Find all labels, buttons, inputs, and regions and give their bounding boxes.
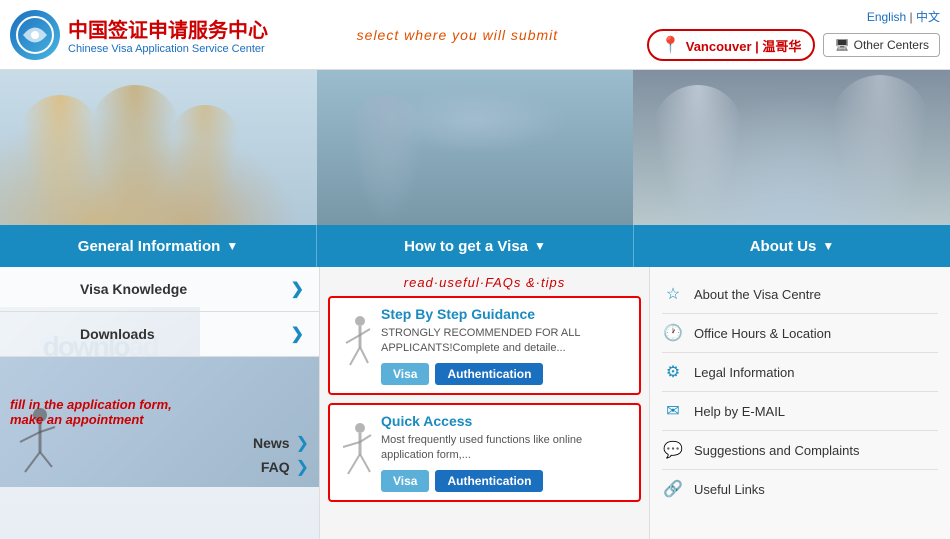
step-by-step-body: Step By Step Guidance STRONGLY RECOMMEND… (381, 306, 631, 385)
other-centers-button[interactable]: 🖥 Other Centers (823, 33, 940, 57)
about-visa-centre-label: About the Visa Centre (694, 287, 821, 302)
quick-access-icon (338, 413, 373, 492)
header-left: 中国签证申请服务中心 Chinese Visa Application Serv… (10, 10, 268, 60)
step-by-step-buttons: Visa Authentication (381, 363, 631, 385)
location-button[interactable]: 📍 Vancouver | 温哥华 (647, 29, 816, 61)
nav-general-chevron-icon: ▼ (226, 239, 238, 253)
nav-about-chevron-icon: ▼ (822, 239, 834, 253)
english-subtitle: Chinese Visa Application Service Center (68, 43, 268, 55)
chinese-title: 中国签证申请服务中心 (68, 14, 268, 43)
logo-icon (10, 10, 60, 60)
help-email-label: Help by E-MAIL (694, 404, 785, 419)
right-menu-legal-information[interactable]: ⚙ Legal Information (662, 353, 938, 392)
sidebar-downloads-arrow-icon: ❯ (291, 324, 304, 344)
logo-text: 中国签证申请服务中心 Chinese Visa Application Serv… (68, 14, 268, 55)
nav-how-to-get-visa[interactable]: How to get a Visa ▼ (317, 225, 634, 267)
sidebar-menu: Visa Knowledge ❯ Downloads ❯ (0, 267, 319, 357)
main-content: download Visa Knowledge Visa Knowledge ❯… (0, 267, 950, 539)
sidebar-news-items: News ❯ FAQ ❯ (253, 433, 309, 477)
sidebar-visa-knowledge-label: Visa Knowledge (80, 281, 187, 297)
quick-access-auth-button[interactable]: Authentication (435, 470, 543, 492)
fill-text: fill in the application form, make an ap… (10, 397, 172, 427)
header-right: English | 中文 📍 Vancouver | 温哥华 🖥 Other C… (647, 8, 940, 61)
header-center: select where you will submit (357, 27, 559, 43)
location-row: 📍 Vancouver | 温哥华 🖥 Other Centers (647, 29, 940, 61)
faq-label: FAQ (261, 459, 290, 475)
step-by-step-icon (338, 306, 373, 385)
nav-general-information-label: General Information (78, 238, 221, 255)
office-hours-label: Office Hours & Location (694, 326, 831, 341)
hero-panel-2 (317, 70, 634, 225)
sidebar-item-visa-knowledge[interactable]: Visa Knowledge ❯ (0, 267, 319, 312)
faq-arrow-icon: ❯ (296, 457, 309, 477)
quick-access-card: Quick Access Most frequently used functi… (328, 403, 641, 502)
email-icon: ✉ (662, 400, 684, 422)
quick-access-text: Most frequently used functions like onli… (381, 433, 631, 464)
quick-access-visa-button[interactable]: Visa (381, 470, 429, 492)
sidebar-downloads-label: Downloads (80, 326, 155, 342)
location-pin-icon: 📍 (661, 35, 681, 55)
sidebar-item-faq[interactable]: FAQ ❯ (253, 457, 309, 477)
useful-links-label: Useful Links (694, 482, 765, 497)
step-by-step-visa-button[interactable]: Visa (381, 363, 429, 385)
step-by-step-auth-button[interactable]: Authentication (435, 363, 543, 385)
fill-line-2: make an appointment (10, 412, 172, 427)
news-label: News (253, 435, 290, 451)
sidebar-visa-knowledge-arrow-icon: ❯ (291, 279, 304, 299)
quick-access-title: Quick Access (381, 413, 631, 429)
monitor-icon: 🖥 (834, 38, 849, 52)
english-lang-link[interactable]: English (867, 10, 906, 24)
star-icon: ☆ (662, 283, 684, 305)
chinese-lang-link[interactable]: 中文 (916, 10, 940, 24)
hero-panel-1 (0, 70, 317, 225)
nav-about-us-label: About Us (750, 238, 817, 255)
center-content: read·useful·FAQs &·tips Step By Step Gui… (320, 267, 650, 539)
nav-visa-chevron-icon: ▼ (534, 239, 546, 253)
nav-general-information[interactable]: General Information ▼ (0, 225, 317, 267)
suggestions-icon: 💬 (662, 439, 684, 461)
sidebar-item-news[interactable]: News ❯ (253, 433, 309, 453)
hero-panel-3 (633, 70, 950, 225)
navigation-bar: General Information ▼ How to get a Visa … (0, 225, 950, 267)
right-menu-office-hours[interactable]: 🕐 Office Hours & Location (662, 314, 938, 353)
sidebar-item-downloads[interactable]: Downloads ❯ (0, 312, 319, 357)
left-sidebar: download Visa Knowledge Visa Knowledge ❯… (0, 267, 320, 539)
step-by-step-text: STRONGLY RECOMMENDED FOR ALL APPLICANTS!… (381, 326, 631, 357)
step-by-step-card: Step By Step Guidance STRONGLY RECOMMEND… (328, 296, 641, 395)
right-menu-suggestions[interactable]: 💬 Suggestions and Complaints (662, 431, 938, 470)
right-menu-help-email[interactable]: ✉ Help by E-MAIL (662, 392, 938, 431)
location-name: Vancouver | 温哥华 (686, 36, 802, 55)
right-sidebar: ☆ About the Visa Centre 🕐 Office Hours &… (650, 267, 950, 539)
right-menu-about-visa-centre[interactable]: ☆ About the Visa Centre (662, 275, 938, 314)
legal-icon: ⚙ (662, 361, 684, 383)
fill-line-1: fill in the application form, (10, 397, 172, 412)
language-switcher: English | 中文 (867, 8, 940, 25)
step-by-step-title: Step By Step Guidance (381, 306, 631, 322)
sidebar-news-area: fill in the application form, make an ap… (0, 357, 319, 487)
other-centers-label: Other Centers (854, 38, 929, 52)
suggestions-label: Suggestions and Complaints (694, 443, 860, 458)
legal-information-label: Legal Information (694, 365, 794, 380)
link-icon: 🔗 (662, 478, 684, 500)
faq-tips-label: read·useful·FAQs &·tips (328, 275, 641, 290)
quick-access-buttons: Visa Authentication (381, 470, 631, 492)
select-location-text: select where you will submit (357, 27, 559, 43)
nav-about-us[interactable]: About Us ▼ (634, 225, 950, 267)
right-menu-useful-links[interactable]: 🔗 Useful Links (662, 470, 938, 508)
news-arrow-icon: ❯ (296, 433, 309, 453)
quick-access-body: Quick Access Most frequently used functi… (381, 413, 631, 492)
header: 中国签证申请服务中心 Chinese Visa Application Serv… (0, 0, 950, 70)
clock-icon: 🕐 (662, 322, 684, 344)
hero-banner (0, 70, 950, 225)
nav-how-to-get-visa-label: How to get a Visa (404, 238, 528, 255)
